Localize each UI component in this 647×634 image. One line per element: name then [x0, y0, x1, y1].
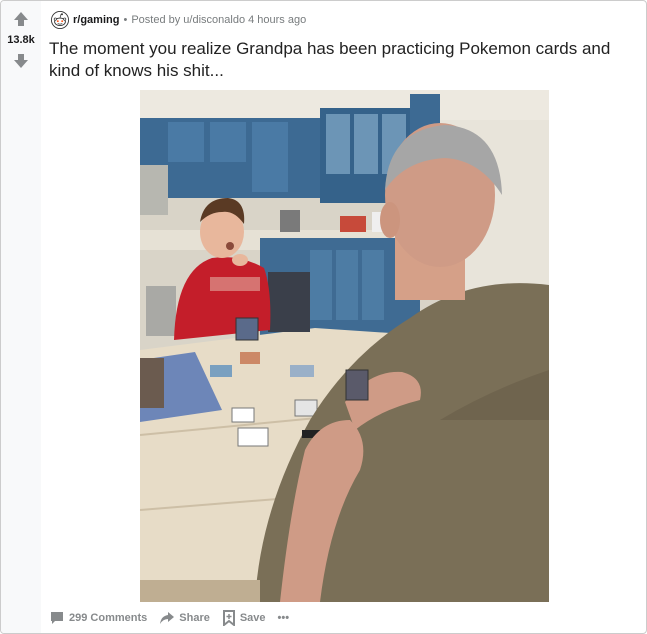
more-options-button[interactable]: •••: [278, 612, 290, 624]
downvote-arrow-icon[interactable]: [13, 53, 29, 69]
meta-separator: •: [123, 14, 128, 26]
more-dots-icon: •••: [277, 612, 290, 624]
comments-label: 299 Comments: [69, 612, 148, 624]
upvote-arrow-icon[interactable]: [13, 11, 29, 27]
subreddit-snoo-icon[interactable]: [51, 11, 69, 29]
comments-button[interactable]: 299 Comments: [49, 610, 147, 626]
post-meta: r/gaming • Posted by u/disconaldo 4 hour…: [51, 10, 306, 30]
subreddit-link[interactable]: r/gaming: [73, 14, 119, 26]
post-image[interactable]: [140, 90, 549, 602]
share-label: Share: [179, 612, 210, 624]
post-actions: 299 Comments Share Save •••: [49, 607, 301, 629]
bookmark-icon: [222, 610, 235, 626]
posted-by-text[interactable]: Posted by u/disconaldo 4 hours ago: [131, 14, 306, 26]
post-card[interactable]: 13.8k r/gaming • Posted by u/disconaldo …: [0, 0, 647, 634]
post-title[interactable]: The moment you realize Grandpa has been …: [49, 38, 629, 82]
vote-score: 13.8k: [7, 34, 35, 46]
vote-column: 13.8k: [1, 1, 41, 633]
save-button[interactable]: Save: [222, 610, 266, 626]
comment-bubble-icon: [51, 612, 63, 624]
share-button[interactable]: Share: [159, 610, 210, 626]
save-label: Save: [239, 612, 266, 624]
share-arrow-icon: [160, 612, 175, 624]
